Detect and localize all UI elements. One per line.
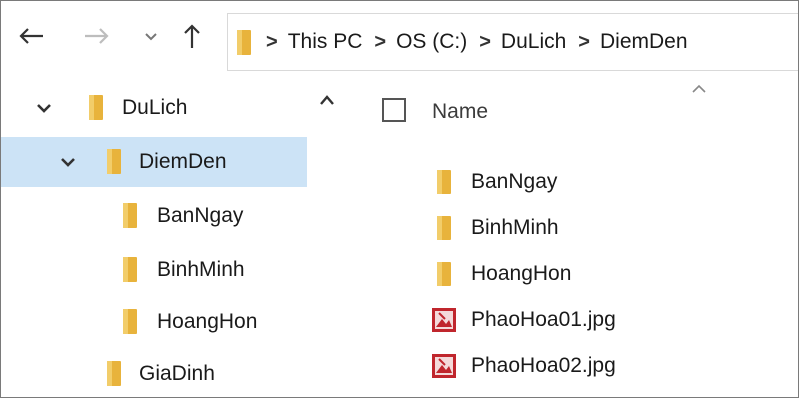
back-arrow-icon (19, 28, 43, 44)
tree-item-label: BanNgay (157, 204, 244, 227)
back-button[interactable] (13, 19, 49, 53)
tree-item-giadinh[interactable]: GiaDinh (1, 349, 307, 397)
breadcrumb-this-pc[interactable]: This PC (288, 30, 363, 54)
file-row-hoanghon[interactable]: HoangHon (429, 251, 571, 297)
file-row-banngay[interactable]: BanNgay (429, 159, 557, 205)
breadcrumb-dulich[interactable]: DuLich (501, 30, 566, 54)
file-name: HoangHon (471, 262, 572, 285)
folder-icon (429, 168, 459, 196)
tree-item-dulich[interactable]: DuLich (1, 83, 307, 133)
file-explorer-window: > This PC > OS (C:) > DuLich > DiemDen D… (0, 0, 799, 398)
folder-icon (237, 30, 251, 55)
breadcrumb-separator: > (266, 30, 278, 53)
breadcrumb-os-c[interactable]: OS (C:) (396, 30, 467, 54)
folder-icon (123, 309, 137, 334)
folder-icon (429, 260, 459, 288)
file-list-pane: Name BanNgay BinhMinh HoangHon PhaoHoa01… (349, 75, 798, 397)
folder-icon (107, 149, 121, 174)
tree-item-label: BinhMinh (157, 258, 245, 281)
column-header-row: Name (349, 75, 798, 145)
navigation-pane: DuLich DiemDen BanNgay BinhMinh HoangHon… (1, 75, 307, 397)
up-button[interactable] (177, 19, 207, 53)
tree-item-label: HoangHon (157, 310, 258, 333)
file-name: PhaoHoa02.jpg (471, 354, 616, 377)
chevron-down-icon[interactable] (59, 153, 77, 171)
address-bar[interactable]: > This PC > OS (C:) > DuLich > DiemDen (227, 13, 798, 71)
forward-arrow-icon (85, 28, 109, 44)
folder-icon (123, 257, 137, 282)
tree-item-hoanghon[interactable]: HoangHon (1, 297, 307, 347)
file-name: BanNgay (471, 170, 558, 193)
tree-item-banngay[interactable]: BanNgay (1, 191, 307, 241)
breadcrumb-separator: > (479, 30, 491, 53)
forward-button[interactable] (79, 19, 115, 53)
tree-item-diemden[interactable]: DiemDen (1, 137, 307, 187)
chevron-down-icon (145, 33, 157, 41)
breadcrumb-separator: > (578, 30, 590, 53)
scroll-up-arrow-icon[interactable] (319, 93, 335, 111)
folder-icon (107, 361, 121, 386)
tree-item-label: DiemDen (139, 150, 227, 173)
file-row-phaohoa02[interactable]: PhaoHoa02.jpg (429, 343, 616, 389)
sort-ascending-icon (691, 81, 707, 99)
recent-locations-button[interactable] (139, 19, 163, 53)
file-name: PhaoHoa01.jpg (471, 308, 616, 331)
tree-item-label: GiaDinh (139, 362, 215, 385)
toolbar: > This PC > OS (C:) > DuLich > DiemDen (1, 1, 798, 75)
column-header-name[interactable]: Name (432, 100, 488, 124)
select-all-checkbox[interactable] (382, 98, 406, 122)
file-name: BinhMinh (471, 216, 559, 239)
file-row-phaohoa01[interactable]: PhaoHoa01.jpg (429, 297, 616, 343)
tree-item-label: DuLich (122, 96, 188, 119)
file-row-binhminh[interactable]: BinhMinh (429, 205, 559, 251)
tree-item-binhminh[interactable]: BinhMinh (1, 245, 307, 295)
folder-icon (429, 214, 459, 242)
image-file-icon (429, 352, 459, 380)
navigation-pane-scrollbar[interactable] (307, 75, 350, 397)
chevron-down-icon[interactable] (35, 99, 53, 117)
breadcrumb-diemden[interactable]: DiemDen (600, 30, 688, 54)
breadcrumb-separator: > (374, 30, 387, 53)
folder-icon (89, 95, 103, 120)
up-arrow-icon (184, 24, 200, 48)
image-file-icon (429, 306, 459, 334)
folder-icon (123, 203, 137, 228)
